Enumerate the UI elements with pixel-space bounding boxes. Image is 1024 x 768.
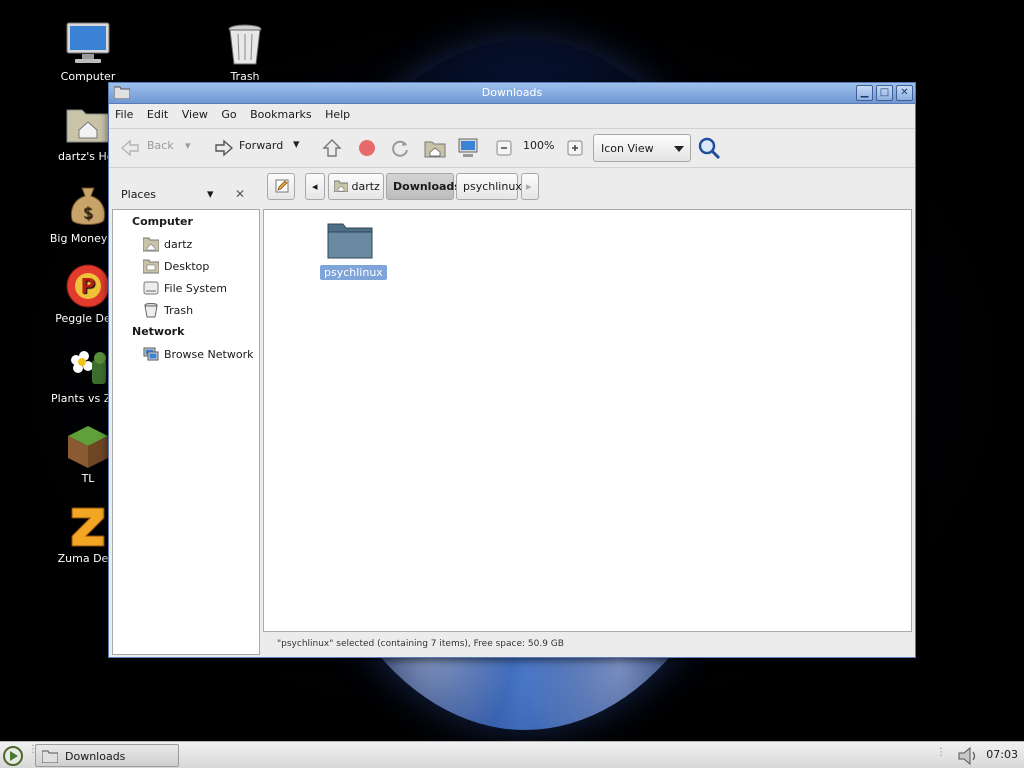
- taskbar: ⋮ Downloads ⋮ 07:03: [0, 741, 1024, 768]
- forward-arrow-icon: [215, 139, 234, 157]
- maximize-button[interactable]: □: [876, 85, 893, 101]
- menu-view[interactable]: View: [182, 108, 208, 121]
- status-bar: "psychlinux" selected (containing 7 item…: [277, 639, 564, 649]
- crumb-label: Downloads: [393, 180, 461, 193]
- chevron-down-icon: [674, 146, 684, 152]
- svg-text:$: $: [83, 203, 93, 222]
- close-button[interactable]: ✕: [896, 85, 913, 101]
- sidebar-item-label: dartz: [164, 238, 193, 251]
- computer-icon: [66, 22, 110, 63]
- stop-icon[interactable]: [356, 137, 378, 159]
- sidebar-section-network: Network: [132, 325, 185, 338]
- home-folder-icon: [143, 237, 159, 252]
- menu-go[interactable]: Go: [221, 108, 236, 121]
- money-bag-icon: $: [70, 187, 106, 225]
- computer-icon[interactable]: [457, 137, 479, 159]
- places-header[interactable]: Places ▾ ✕: [121, 187, 245, 202]
- zoom-in-icon[interactable]: [564, 137, 586, 159]
- toolbar: Back ▾ Forward ▾ 100% Icon View: [109, 128, 915, 168]
- zoom-level[interactable]: 100%: [523, 139, 554, 152]
- location-bar: ◂ dartz Downloads psychlinux ▸: [109, 168, 915, 204]
- home-icon[interactable]: [424, 137, 446, 159]
- svg-text:P: P: [81, 274, 96, 298]
- pencil-icon: [275, 179, 289, 193]
- sidebar-item-label: Browse Network: [164, 348, 254, 361]
- edit-location-button[interactable]: [267, 173, 295, 200]
- peggle-icon: P: [66, 264, 110, 308]
- menu-file[interactable]: File: [115, 108, 133, 121]
- sidebar-item-label: Trash: [164, 304, 194, 317]
- grass-block-icon: [68, 426, 108, 468]
- menu-help[interactable]: Help: [325, 108, 350, 121]
- crumb-label: dartz: [351, 180, 380, 193]
- desktop-folder-icon: [143, 259, 159, 274]
- tray-handle[interactable]: ⋮: [936, 747, 946, 758]
- menu-bar: File Edit View Go Bookmarks Help: [109, 104, 915, 128]
- places-label: Places: [121, 188, 156, 201]
- menu-bookmarks[interactable]: Bookmarks: [250, 108, 311, 121]
- file-item-folder[interactable]: psychlinux: [320, 220, 387, 280]
- sidebar-section-computer: Computer: [132, 215, 193, 228]
- file-manager-window: Downloads ▁ □ ✕ File Edit View Go Bookma…: [108, 82, 916, 658]
- search-icon[interactable]: [697, 136, 721, 160]
- title-bar[interactable]: Downloads ▁ □ ✕: [109, 83, 915, 104]
- forward-history-dropdown[interactable]: ▾: [293, 137, 300, 152]
- network-icon: [143, 347, 159, 361]
- crumb-label: psychlinux: [463, 180, 522, 193]
- taskbar-window-downloads[interactable]: Downloads: [35, 744, 179, 767]
- trash-icon: [228, 24, 262, 65]
- path-scroll-right-button[interactable]: ▸: [521, 173, 539, 200]
- menu-edit[interactable]: Edit: [147, 108, 168, 121]
- home-folder-icon: [333, 180, 349, 193]
- desktop-icon-computer[interactable]: Computer: [43, 20, 133, 83]
- home-folder-icon: [66, 109, 110, 143]
- file-item-label: psychlinux: [320, 265, 387, 280]
- close-sidebar-icon[interactable]: ✕: [235, 187, 245, 201]
- forward-button[interactable]: Forward: [239, 139, 283, 152]
- sidebar: Computer dartz Desktop File System Trash…: [112, 209, 260, 655]
- path-scroll-left-button[interactable]: ◂: [305, 173, 325, 200]
- drive-icon: [143, 281, 159, 295]
- sidebar-item-label: File System: [164, 282, 227, 295]
- trash-icon: [144, 303, 158, 318]
- crumb-dartz[interactable]: dartz: [328, 173, 384, 200]
- sidebar-item-label: Desktop: [164, 260, 210, 273]
- zuma-icon: [71, 507, 105, 547]
- back-history-dropdown[interactable]: ▾: [185, 139, 191, 152]
- volume-icon[interactable]: [956, 745, 980, 767]
- view-mode-select[interactable]: Icon View: [593, 134, 691, 162]
- view-mode-value: Icon View: [601, 142, 654, 155]
- file-view[interactable]: psychlinux: [263, 209, 912, 632]
- back-button[interactable]: Back: [147, 139, 174, 152]
- places-dropdown-arrow[interactable]: ▾: [207, 187, 214, 202]
- reload-icon[interactable]: [389, 137, 411, 159]
- up-arrow-icon[interactable]: [321, 137, 343, 159]
- minimize-button[interactable]: ▁: [856, 85, 873, 101]
- folder-icon: [42, 750, 58, 763]
- start-menu-icon[interactable]: [2, 745, 24, 767]
- flower-icon: [71, 351, 106, 384]
- taskbar-window-label: Downloads: [65, 750, 126, 763]
- desktop-icon-trash[interactable]: Trash: [200, 20, 290, 83]
- folder-icon: [327, 223, 373, 259]
- window-title: Downloads: [481, 86, 543, 99]
- zoom-out-icon[interactable]: [493, 137, 515, 159]
- back-arrow-icon: [120, 139, 139, 157]
- crumb-downloads[interactable]: Downloads: [386, 173, 461, 200]
- crumb-psychlinux[interactable]: psychlinux: [456, 173, 522, 200]
- clock[interactable]: 07:03: [986, 748, 1018, 761]
